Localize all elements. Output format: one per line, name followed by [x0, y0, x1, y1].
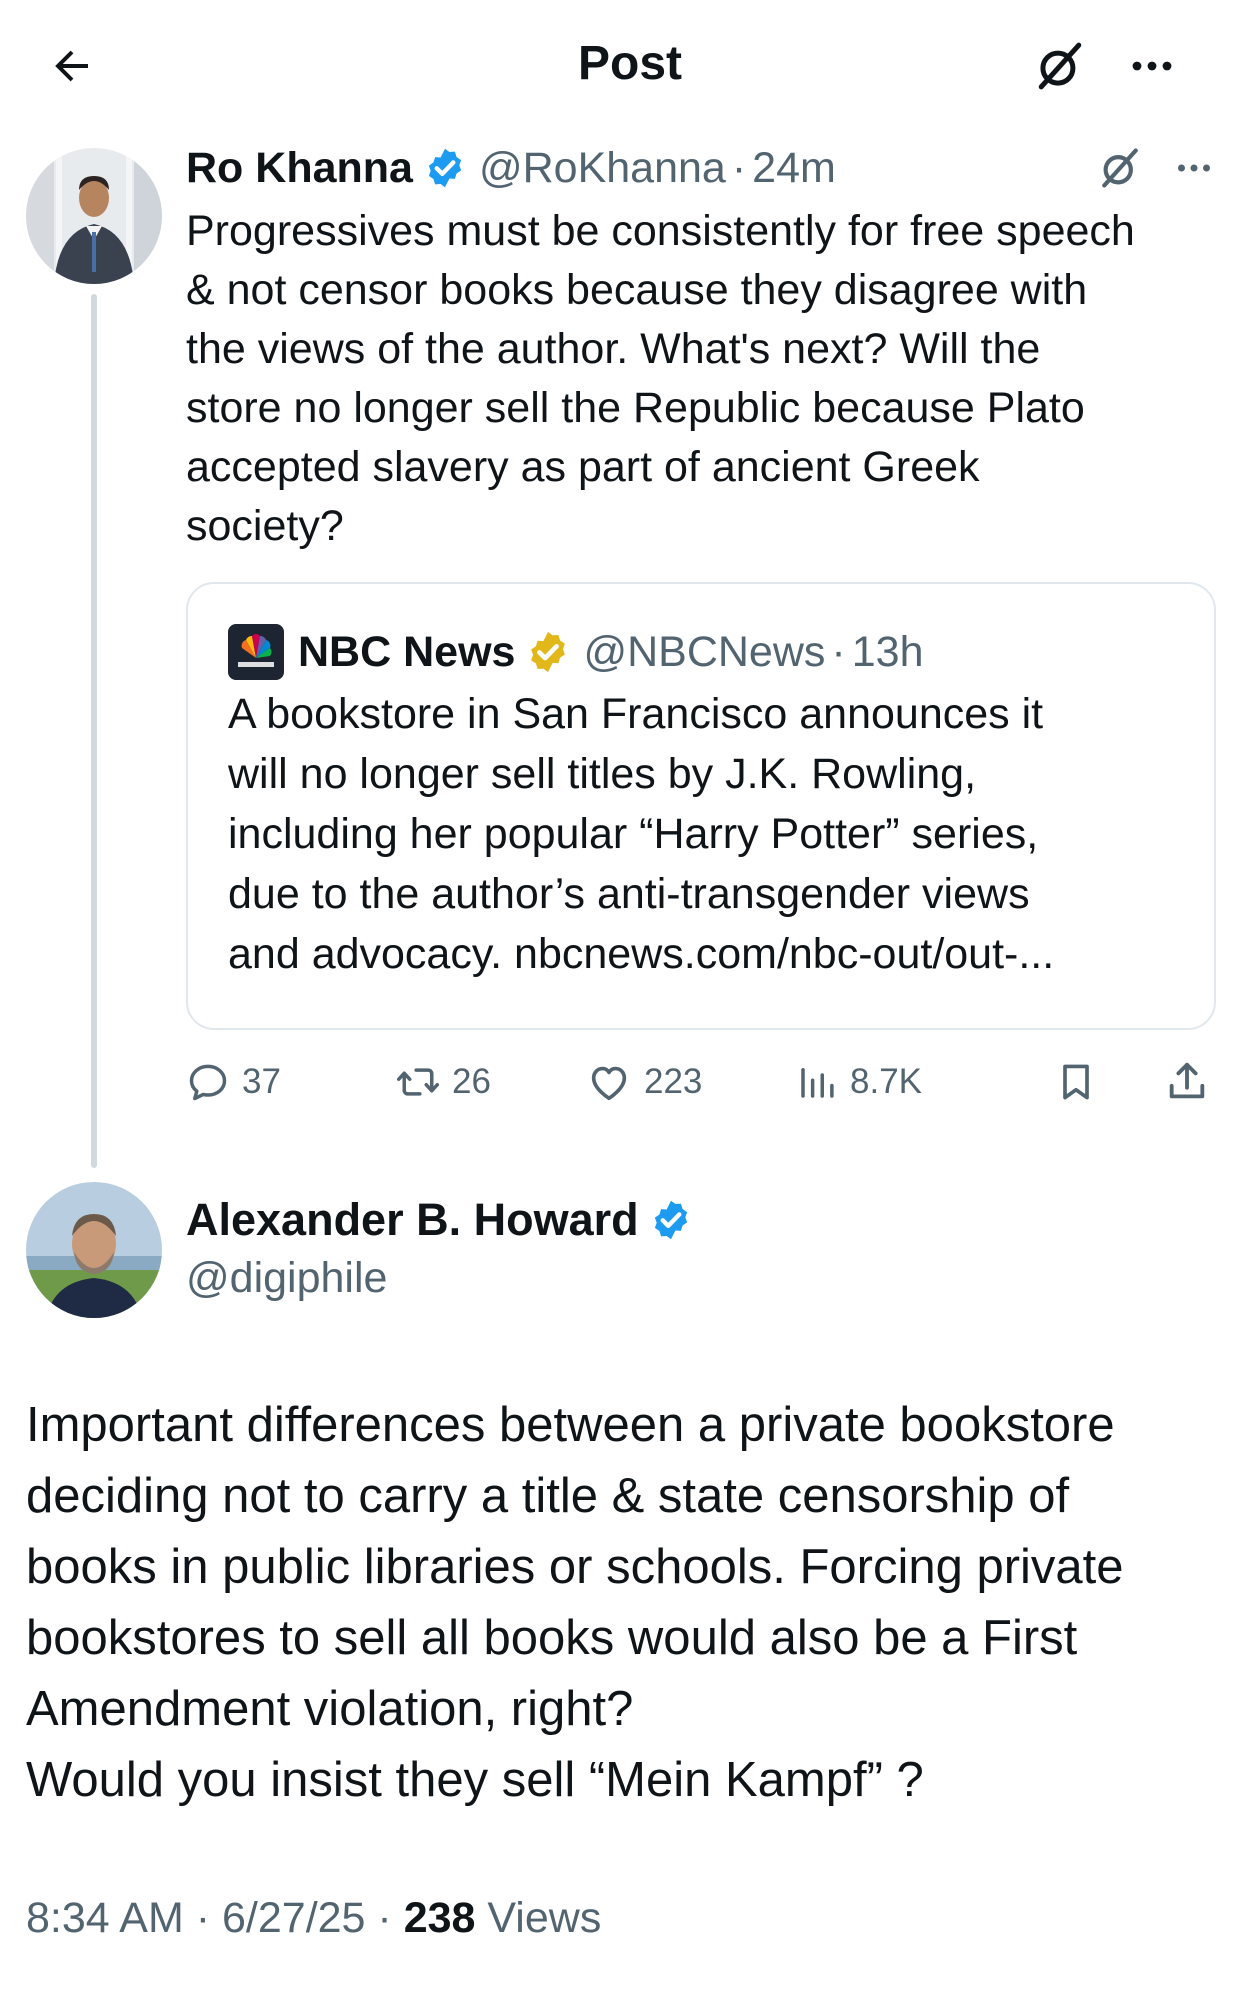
author-name[interactable]: Alexander B. Howard — [186, 1194, 639, 1246]
separator-dot: · — [195, 1894, 211, 1942]
analytics-icon — [801, 1068, 834, 1098]
profile-photo-icon — [26, 148, 162, 284]
separator-dot: · — [831, 627, 846, 676]
views-label: Views — [487, 1894, 602, 1942]
like-button[interactable]: 223 — [586, 1050, 702, 1114]
author-name[interactable]: Ro Khanna — [186, 144, 413, 193]
repost-icon — [397, 1068, 439, 1096]
tweet-header: Alexander B. Howard — [186, 1192, 705, 1248]
reply-button[interactable]: 37 — [186, 1050, 281, 1114]
repost-button[interactable]: 26 — [396, 1050, 491, 1114]
repost-count: 26 — [452, 1062, 491, 1101]
grok-icon — [1038, 42, 1082, 90]
quoted-tweet-header: NBC News @NBCNews · 13h — [228, 624, 923, 680]
more-options-button[interactable] — [1166, 140, 1222, 196]
view-count: 8.7K — [850, 1062, 922, 1101]
separator-dot: · — [731, 143, 747, 192]
quoted-tweet-card[interactable]: NBC News @NBCNews · 13h A bookstore in S… — [186, 582, 1216, 1030]
views-count: 238 — [403, 1894, 476, 1942]
author-handle[interactable]: @RoKhanna — [479, 144, 726, 193]
avatar[interactable] — [26, 1182, 162, 1318]
tweet-time[interactable]: 8:34 AM — [26, 1894, 184, 1942]
share-button[interactable] — [1164, 1050, 1210, 1114]
author-handle[interactable]: @digiphile — [186, 1250, 387, 1306]
more-horizontal-icon — [1132, 61, 1172, 71]
tweet-metadata: 8:34 AM · 6/27/25 · 238 Views — [26, 1890, 601, 1946]
more-options-button[interactable] — [1120, 34, 1184, 98]
bookmark-button[interactable] — [1054, 1050, 1098, 1114]
reply-count: 37 — [242, 1062, 281, 1101]
reply-icon — [189, 1064, 227, 1101]
tweet-time[interactable]: 24m — [752, 144, 836, 193]
grok-button[interactable] — [1028, 34, 1092, 98]
thread-connector-line — [91, 294, 97, 1168]
quoted-author-name: NBC News — [298, 627, 516, 676]
separator-dot: · — [377, 1894, 392, 1942]
grok-icon — [1102, 148, 1138, 188]
heart-icon — [591, 1066, 627, 1101]
profile-photo-icon — [26, 1182, 162, 1318]
quoted-tweet-time: 13h — [851, 627, 924, 676]
verified-organization-badge-icon — [531, 631, 566, 673]
like-count: 223 — [644, 1062, 703, 1101]
tweet-date[interactable]: 6/27/25 — [222, 1894, 365, 1942]
views-button[interactable]: 8.7K — [796, 1050, 922, 1114]
verified-badge-icon — [654, 1200, 687, 1240]
top-bar: Post — [0, 0, 1260, 128]
tweet-text: Progressives must be consistently for fr… — [186, 207, 1135, 550]
share-icon — [1169, 1062, 1205, 1099]
quoted-author-handle: @NBCNews — [583, 627, 826, 676]
tweet-header: Ro Khanna @RoKhanna · 24m — [186, 140, 836, 196]
more-horizontal-icon — [1178, 164, 1210, 172]
tweet-text: Important differences between a private … — [26, 1398, 1124, 1807]
quoted-tweet-text: A bookstore in San Francisco announces i… — [228, 690, 1055, 978]
tweet-actions: 37 26 223 8.7K — [186, 1050, 1226, 1114]
avatar[interactable] — [26, 148, 162, 284]
nbc-logo-icon — [228, 624, 284, 680]
bookmark-icon — [1063, 1064, 1089, 1100]
verified-badge-icon — [428, 148, 462, 188]
grok-button[interactable] — [1092, 140, 1148, 196]
